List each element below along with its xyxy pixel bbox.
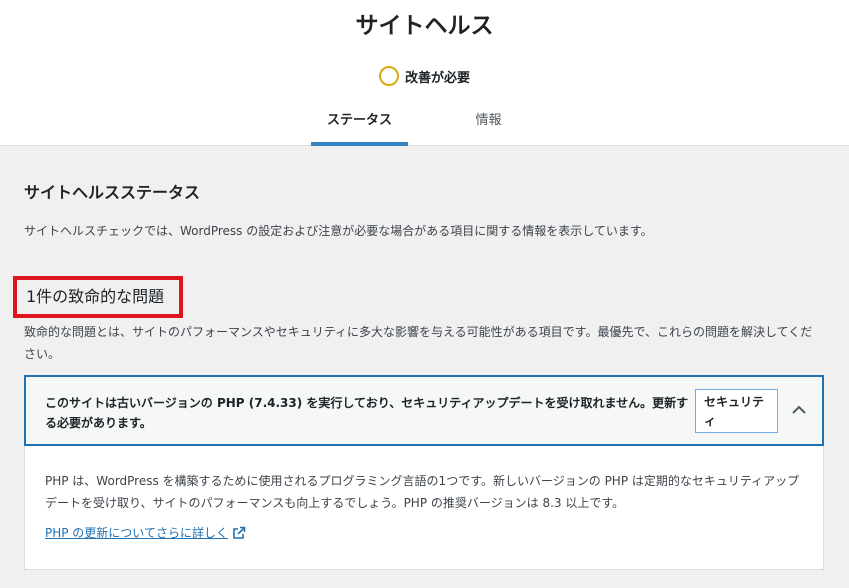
issue-title: このサイトは古いバージョンの PHP (7.4.33) を実行しており、セキュリ…	[45, 396, 689, 430]
external-link-icon	[233, 526, 246, 539]
tab-status[interactable]: ステータス	[311, 100, 408, 146]
tab-bar: ステータス 情報	[0, 100, 849, 146]
site-health-header: サイトヘルス 改善が必要 ステータス 情報	[0, 0, 849, 146]
issue-badge: セキュリティ	[695, 389, 778, 433]
chevron-up-icon[interactable]	[788, 399, 810, 421]
status-text: 改善が必要	[404, 70, 470, 86]
issue-body-text: PHP は、WordPress を構築するために使用されるプログラミング言語の1…	[45, 474, 800, 510]
section-heading: サイトヘルスステータス	[24, 183, 201, 202]
php-update-link[interactable]: PHP の更新についてさらに詳しく	[45, 524, 246, 541]
section-description: サイトヘルスチェックでは、WordPress の設定および注意が必要な場合がある…	[24, 224, 653, 238]
tab-info[interactable]: 情報	[440, 100, 537, 146]
critical-issues-heading: 1件の致命的な問題	[13, 276, 183, 318]
health-status: 改善が必要	[0, 66, 849, 86]
page-title: サイトヘルス	[355, 13, 494, 39]
critical-issues-description: 致命的な問題とは、サイトのパフォーマンスやセキュリティに多大な影響を与える可能性…	[24, 325, 813, 361]
issue-details: PHP は、WordPress を構築するために使用されるプログラミング言語の1…	[24, 446, 824, 570]
issue-accordion-toggle[interactable]: このサイトは古いバージョンの PHP (7.4.33) を実行しており、セキュリ…	[24, 375, 824, 446]
status-circle-icon	[378, 66, 399, 86]
php-update-link-text[interactable]: PHP の更新についてさらに詳しく	[45, 524, 228, 541]
